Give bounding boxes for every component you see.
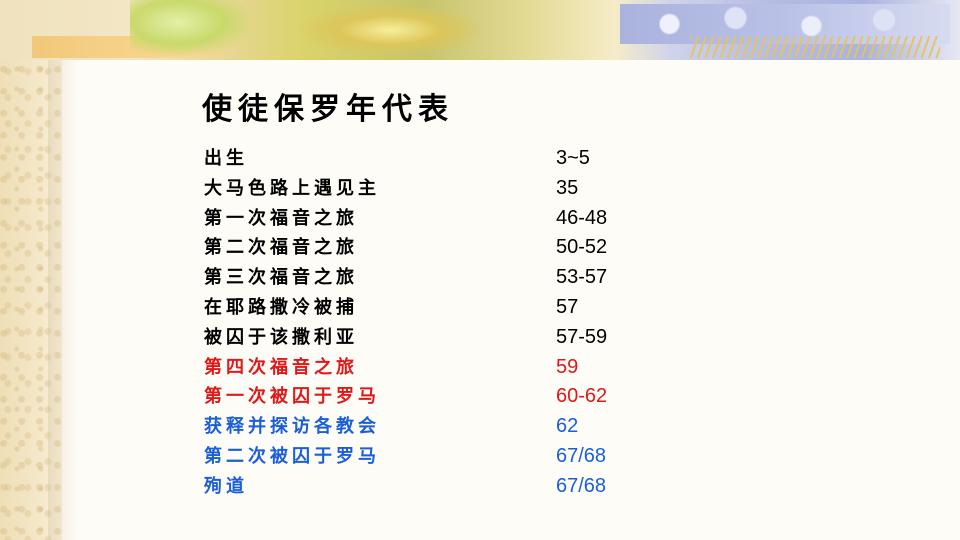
chronology-row: 在耶路撒冷被捕 57	[204, 293, 664, 323]
event-label: 第一次被囚于罗马	[204, 386, 380, 408]
slide: 使徒保罗年代表 出生 3~5 大马色路上遇见主 35 第一次福音之旅 46-48 第二次福音…	[0, 0, 960, 540]
decorative-banner	[0, 0, 960, 60]
event-year: 60-62	[556, 385, 608, 408]
event-label: 被囚于该撒利亚	[204, 326, 358, 348]
event-label: 在耶路撒冷被捕	[204, 296, 358, 318]
chronology-row: 第二次福音之旅 50-52	[204, 233, 664, 263]
chronology-row: 第二次被囚于罗马 67/68	[204, 442, 664, 472]
event-year: 67/68	[556, 474, 607, 497]
event-year: 53-57	[556, 266, 608, 289]
chronology-row: 大马色路上遇见主 35	[204, 174, 664, 204]
event-label: 第四次福音之旅	[204, 356, 358, 378]
event-label: 第二次被囚于罗马	[204, 445, 380, 467]
banner-leaf-image	[300, 5, 480, 55]
banner-leaf-image	[130, 0, 250, 56]
chronology-row: 第三次福音之旅 53-57	[204, 263, 664, 293]
event-label: 殉道	[204, 475, 248, 497]
chronology-row: 第一次福音之旅 46-48	[204, 204, 664, 234]
page-shadow	[48, 60, 78, 540]
chronology-row: 第一次被囚于罗马 60-62	[204, 382, 664, 412]
event-label: 第一次福音之旅	[204, 207, 358, 229]
event-year: 57	[556, 295, 579, 318]
banner-grass-image	[690, 36, 940, 58]
event-label: 大马色路上遇见主	[204, 177, 380, 199]
chronology-row: 被囚于该撒利亚 57-59	[204, 323, 664, 353]
event-year: 59	[556, 355, 579, 378]
chronology-row: 出生 3~5	[204, 144, 664, 174]
event-label: 获释并探访各教会	[204, 416, 380, 438]
event-year: 46-48	[556, 206, 608, 229]
chronology-row: 第四次福音之旅 59	[204, 353, 664, 383]
event-label: 第二次福音之旅	[204, 237, 358, 259]
event-year: 50-52	[556, 236, 608, 259]
event-year: 62	[556, 415, 579, 438]
event-year: 3~5	[556, 147, 590, 169]
chronology-row: 殉道 67/68	[204, 472, 664, 502]
event-label: 出生	[204, 148, 248, 169]
chronology-row: 获释并探访各教会 62	[204, 412, 664, 442]
event-label: 第三次福音之旅	[204, 267, 358, 289]
event-year: 57-59	[556, 325, 608, 348]
chronology-table: 出生 3~5 大马色路上遇见主 35 第一次福音之旅 46-48 第二次福音之旅 50-52 第…	[204, 144, 664, 502]
event-year: 35	[556, 176, 579, 199]
slide-title: 使徒保罗年代表	[202, 92, 454, 127]
event-year: 67/68	[556, 444, 607, 467]
